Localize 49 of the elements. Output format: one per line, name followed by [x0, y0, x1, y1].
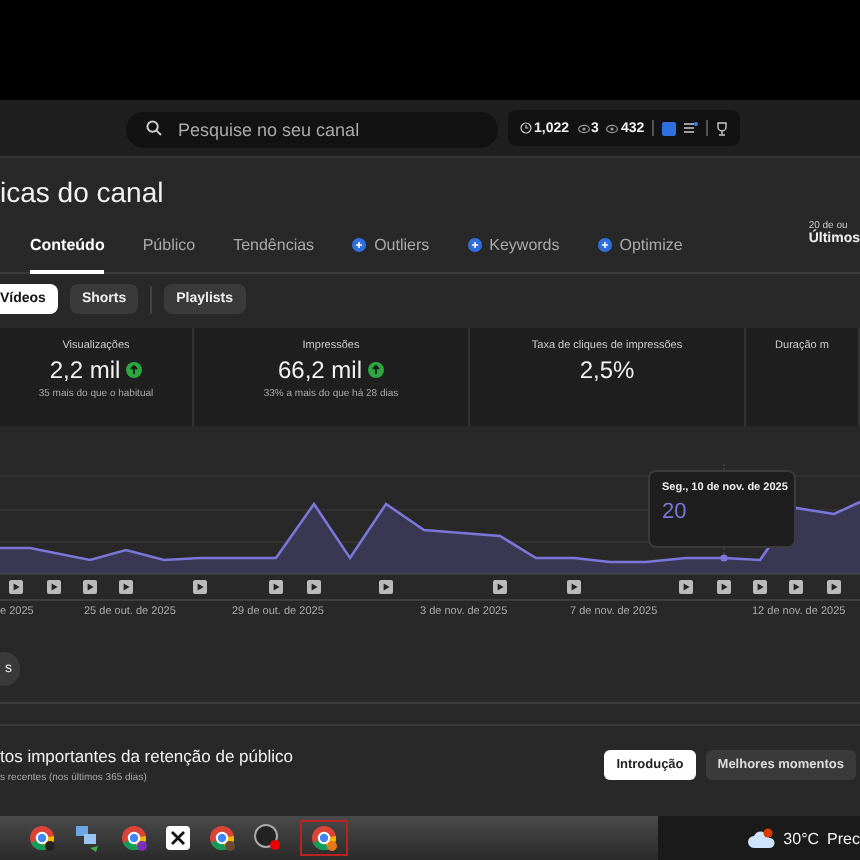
network-icon[interactable] — [74, 824, 102, 852]
video-marker-icon[interactable] — [83, 580, 97, 594]
eye-icon — [577, 123, 590, 133]
metric-value: 66,2 mil — [277, 356, 363, 384]
tab[interactable]: Tendências — [233, 228, 315, 274]
video-marker-icon[interactable] — [717, 580, 731, 594]
browser-icon[interactable] — [310, 824, 338, 852]
search-icon — [146, 120, 162, 136]
addon-icon[interactable] — [662, 121, 677, 135]
video-marker-icon[interactable] — [679, 580, 693, 594]
recorder-icon[interactable] — [254, 824, 282, 852]
eye-icon — [606, 123, 619, 133]
addon-icon — [352, 238, 367, 252]
metric-value: 2,5% — [579, 356, 635, 384]
clock-icon — [520, 122, 532, 134]
browser-icon[interactable] — [208, 824, 236, 852]
page-title: icas do canal — [0, 174, 166, 212]
tab[interactable]: Keywords — [467, 228, 560, 274]
video-marker-icon[interactable] — [9, 580, 23, 594]
video-marker-icon[interactable] — [567, 580, 581, 594]
addon-icon — [467, 238, 482, 252]
weather-text: Prec — [827, 829, 860, 847]
temperature: 30°C — [783, 829, 820, 847]
video-marker-icon[interactable] — [379, 580, 393, 594]
metric-value: 2,2 mil — [49, 356, 121, 384]
browser-icon[interactable] — [120, 824, 148, 852]
data-point — [720, 554, 728, 562]
video-marker-icon[interactable] — [193, 580, 207, 594]
video-marker-icon[interactable] — [119, 580, 133, 594]
tab[interactable]: Público — [142, 228, 196, 274]
video-marker-icon[interactable] — [827, 580, 841, 594]
addon-icon — [597, 238, 612, 252]
tab[interactable]: Conteúdo — [30, 228, 105, 274]
video-marker-icon[interactable] — [753, 580, 767, 594]
video-marker-icon[interactable] — [493, 580, 507, 594]
video-marker-icon[interactable] — [307, 580, 321, 594]
editor-icon[interactable] — [166, 826, 190, 850]
weather-icon[interactable] — [747, 827, 776, 849]
list-icon[interactable] — [684, 122, 699, 134]
tooltip-value: 20 — [662, 500, 689, 524]
browser-icon[interactable] — [28, 824, 56, 852]
section-title: tos importantes da retenção de público — [0, 745, 293, 765]
trophy-icon[interactable] — [716, 121, 729, 135]
video-marker-icon[interactable] — [789, 580, 803, 594]
video-marker-icon[interactable] — [47, 580, 61, 594]
tab[interactable]: Outliers — [352, 228, 430, 274]
video-marker-icon[interactable] — [269, 580, 283, 594]
search-field[interactable]: Pesquise no seu canal — [126, 112, 498, 148]
tab[interactable]: Optimize — [597, 228, 683, 274]
